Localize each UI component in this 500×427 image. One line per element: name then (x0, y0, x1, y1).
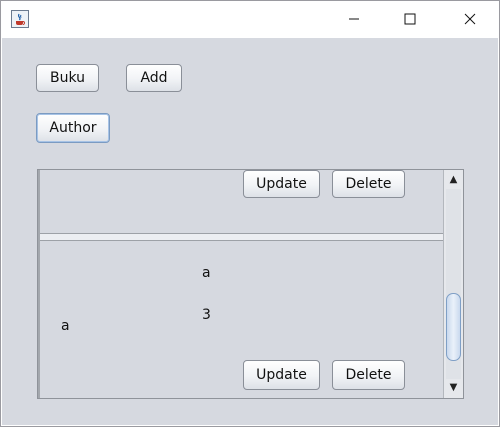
content-panel: Buku Add Author Update Delete a 3 a Upda… (2, 38, 498, 425)
title-bar (1, 1, 499, 37)
row-divider (40, 233, 443, 241)
close-icon (464, 13, 476, 25)
vertical-scrollbar[interactable]: ▲ ▼ (443, 170, 463, 398)
author-list-viewport: Update Delete a 3 a Update Delete (38, 170, 443, 398)
scroll-up-arrow-icon[interactable]: ▲ (446, 172, 461, 187)
row2-value-3: 3 (202, 307, 211, 323)
scroll-thumb[interactable] (446, 293, 461, 361)
close-button[interactable] (447, 1, 493, 37)
scroll-down-arrow-icon[interactable]: ▼ (446, 380, 461, 395)
row1-delete-button[interactable]: Delete (332, 170, 405, 198)
author-list-scrollpane: Update Delete a 3 a Update Delete ▲ ▼ (37, 169, 464, 399)
minimize-icon (349, 18, 359, 20)
minimize-button[interactable] (331, 1, 377, 37)
row2-delete-button[interactable]: Delete (332, 360, 405, 390)
java-app-icon (11, 10, 29, 28)
author-button[interactable]: Author (36, 113, 110, 143)
row2-value-a-left: a (61, 318, 70, 334)
row2-update-button[interactable]: Update (243, 360, 320, 390)
add-button[interactable]: Add (126, 64, 182, 92)
row2-value-a-right: a (202, 265, 211, 281)
app-window: Buku Add Author Update Delete a 3 a Upda… (0, 0, 500, 427)
row1-update-button[interactable]: Update (243, 170, 320, 198)
maximize-icon (404, 13, 416, 25)
buku-button[interactable]: Buku (36, 64, 99, 92)
maximize-button[interactable] (387, 1, 433, 37)
